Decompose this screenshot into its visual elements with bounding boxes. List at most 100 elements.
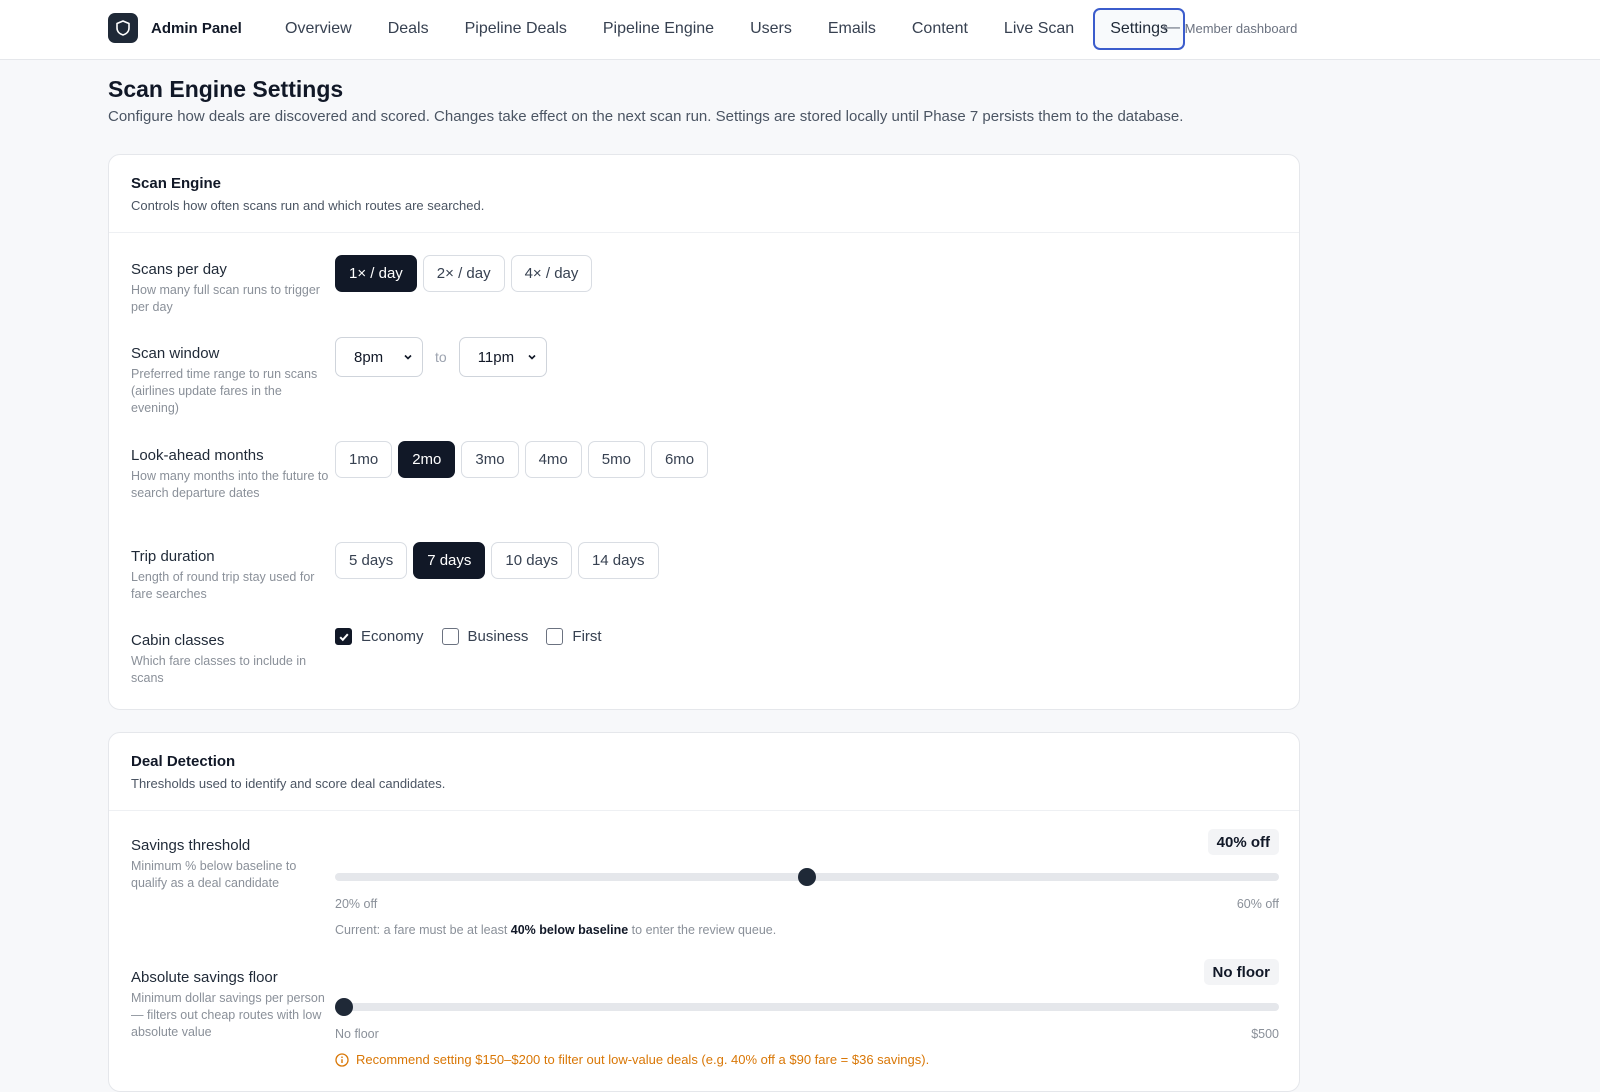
savings-threshold-value-badge: 40% off bbox=[1207, 829, 1279, 855]
checkbox-label: First bbox=[572, 628, 602, 645]
info-icon bbox=[335, 1052, 349, 1067]
scan-window-to-select[interactable]: 11pm bbox=[458, 337, 547, 377]
scan-window-help: Preferred time range to run scans (airli… bbox=[131, 367, 318, 415]
nav-item-users[interactable]: Users bbox=[733, 8, 809, 50]
trip-duration-option[interactable]: 14 days bbox=[577, 542, 659, 579]
top-navbar: Admin Panel Overview Deals Pipeline Deal… bbox=[0, 0, 1600, 60]
trip-duration-option[interactable]: 5 days bbox=[335, 542, 408, 579]
look-ahead-option[interactable]: 3mo bbox=[461, 441, 519, 478]
scan-engine-card: Scan Engine Controls how often scans run… bbox=[108, 154, 1300, 710]
scans-per-day-options: 1× / day 2× / day 4× / day bbox=[335, 255, 593, 292]
warning-text: Recommend setting $150–$200 to filter ou… bbox=[356, 1052, 930, 1067]
nav-item-content[interactable]: Content bbox=[895, 8, 985, 50]
nav-item-live-scan[interactable]: Live Scan bbox=[987, 8, 1091, 50]
main-nav: Overview Deals Pipeline Deals Pipeline E… bbox=[268, 8, 1185, 50]
card-title: Scan Engine bbox=[131, 175, 222, 192]
row-label: Scan window Preferred time range to run … bbox=[131, 345, 331, 417]
cabin-economy-checkbox[interactable]: Economy bbox=[335, 628, 424, 645]
arrow-left-icon: ⟵ bbox=[1162, 20, 1181, 35]
trip-duration-option[interactable]: 10 days bbox=[491, 542, 572, 579]
select-value: 8pm bbox=[354, 348, 384, 366]
chevron-down-icon bbox=[404, 354, 412, 360]
look-ahead-option[interactable]: 5mo bbox=[587, 441, 645, 478]
savings-floor-label: Absolute savings floor bbox=[131, 969, 278, 986]
chevron-down-icon bbox=[528, 354, 536, 360]
savings-floor-thumb[interactable] bbox=[335, 998, 353, 1016]
member-dashboard-label: Member dashboard bbox=[1184, 20, 1298, 36]
nav-item-pipeline-engine[interactable]: Pipeline Engine bbox=[586, 8, 731, 50]
trip-duration-label: Trip duration bbox=[131, 548, 215, 565]
row-label: Scans per day How many full scan runs to… bbox=[131, 261, 331, 316]
scans-per-day-label: Scans per day bbox=[131, 261, 227, 278]
scans-per-day-option[interactable]: 4× / day bbox=[510, 255, 593, 292]
savings-threshold-max-label: 60% off bbox=[1236, 897, 1279, 911]
card-subtitle: Thresholds used to identify and score de… bbox=[131, 776, 446, 791]
savings-floor-max-label: $500 bbox=[1251, 1027, 1279, 1041]
scans-per-day-help: How many full scan runs to trigger per d… bbox=[131, 283, 320, 314]
checkbox-box[interactable] bbox=[335, 628, 352, 645]
deal-detection-card: Deal Detection Thresholds used to identi… bbox=[108, 732, 1300, 1092]
checkbox-label: Business bbox=[467, 628, 529, 645]
nav-item-deals[interactable]: Deals bbox=[371, 8, 446, 50]
card-subtitle: Controls how often scans run and which r… bbox=[131, 198, 485, 213]
nav-item-overview[interactable]: Overview bbox=[268, 8, 369, 50]
cabin-business-checkbox[interactable]: Business bbox=[441, 628, 529, 645]
scan-window-from-select[interactable]: 8pm bbox=[335, 337, 423, 377]
row-label: Cabin classes Which fare classes to incl… bbox=[131, 632, 331, 687]
row-label: Look-ahead months How many months into t… bbox=[131, 447, 331, 502]
savings-threshold-thumb[interactable] bbox=[798, 868, 816, 886]
savings-threshold-label: Savings threshold bbox=[131, 837, 251, 854]
check-icon bbox=[338, 633, 349, 641]
card-header: Deal Detection Thresholds used to identi… bbox=[109, 733, 1299, 811]
scans-per-day-option[interactable]: 2× / day bbox=[422, 255, 505, 292]
look-ahead-option[interactable]: 2mo bbox=[398, 441, 456, 478]
trip-duration-help: Length of round trip stay used for fare … bbox=[131, 570, 315, 601]
look-ahead-option[interactable]: 6mo bbox=[650, 441, 709, 478]
scan-window-controls: 8pm to 11pm bbox=[335, 337, 547, 377]
nav-item-pipeline-deals[interactable]: Pipeline Deals bbox=[448, 8, 584, 50]
scans-per-day-option[interactable]: 1× / day bbox=[335, 255, 417, 292]
row-label: Savings threshold Minimum % below baseli… bbox=[131, 837, 331, 892]
to-separator: to bbox=[435, 349, 447, 365]
savings-threshold-note: Current: a fare must be at least 40% bel… bbox=[335, 923, 776, 937]
savings-floor-track[interactable] bbox=[335, 1003, 1279, 1011]
card-header: Scan Engine Controls how often scans run… bbox=[109, 155, 1299, 233]
cabin-first-checkbox[interactable]: First bbox=[546, 628, 602, 645]
cabin-classes-label: Cabin classes bbox=[131, 632, 225, 649]
savings-threshold-min-label: 20% off bbox=[335, 897, 378, 911]
page-description: Configure how deals are discovered and s… bbox=[108, 108, 1184, 125]
brand[interactable]: Admin Panel bbox=[108, 13, 242, 43]
trip-duration-option[interactable]: 7 days bbox=[413, 542, 486, 579]
note-suffix: to enter the review queue. bbox=[628, 923, 777, 937]
note-prefix: Current: a fare must be at least bbox=[335, 923, 511, 937]
checkbox-box[interactable] bbox=[441, 628, 459, 645]
shield-icon bbox=[108, 13, 138, 43]
checkbox-box[interactable] bbox=[546, 628, 564, 645]
look-ahead-option[interactable]: 1mo bbox=[335, 441, 393, 478]
nav-item-emails[interactable]: Emails bbox=[811, 8, 893, 50]
look-ahead-label: Look-ahead months bbox=[131, 447, 264, 464]
row-label: Trip duration Length of round trip stay … bbox=[131, 548, 331, 603]
savings-floor-help: Minimum dollar savings per person — filt… bbox=[131, 991, 325, 1039]
look-ahead-option[interactable]: 4mo bbox=[524, 441, 582, 478]
look-ahead-options: 1mo 2mo 3mo 4mo 5mo 6mo bbox=[335, 441, 709, 478]
savings-floor-warning: Recommend setting $150–$200 to filter ou… bbox=[335, 1052, 929, 1067]
note-bold: 40% below baseline bbox=[510, 923, 629, 937]
brand-name: Admin Panel bbox=[151, 19, 242, 37]
card-title: Deal Detection bbox=[131, 753, 236, 770]
page-title: Scan Engine Settings bbox=[108, 76, 344, 102]
savings-threshold-help: Minimum % below baseline to qualify as a… bbox=[131, 859, 297, 890]
trip-duration-options: 5 days 7 days 10 days 14 days bbox=[335, 542, 659, 579]
savings-floor-value-badge: No floor bbox=[1203, 959, 1279, 985]
savings-floor-min-label: No floor bbox=[335, 1027, 379, 1041]
look-ahead-help: How many months into the future to searc… bbox=[131, 469, 329, 500]
savings-floor-slider-area: No floor No floor $500 Recommend setting… bbox=[335, 959, 1279, 1069]
row-label: Absolute savings floor Minimum dollar sa… bbox=[131, 969, 331, 1041]
savings-threshold-slider-area: 40% off 20% off 60% off Current: a fare … bbox=[335, 829, 1279, 939]
cabin-classes-options: Economy Business First bbox=[335, 628, 614, 645]
checkbox-label: Economy bbox=[361, 628, 424, 645]
member-dashboard-link[interactable]: ⟵ Member dashboard bbox=[1162, 20, 1297, 36]
cabin-classes-help: Which fare classes to include in scans bbox=[131, 654, 307, 685]
select-value: 11pm bbox=[477, 348, 515, 366]
scan-window-label: Scan window bbox=[131, 345, 220, 362]
